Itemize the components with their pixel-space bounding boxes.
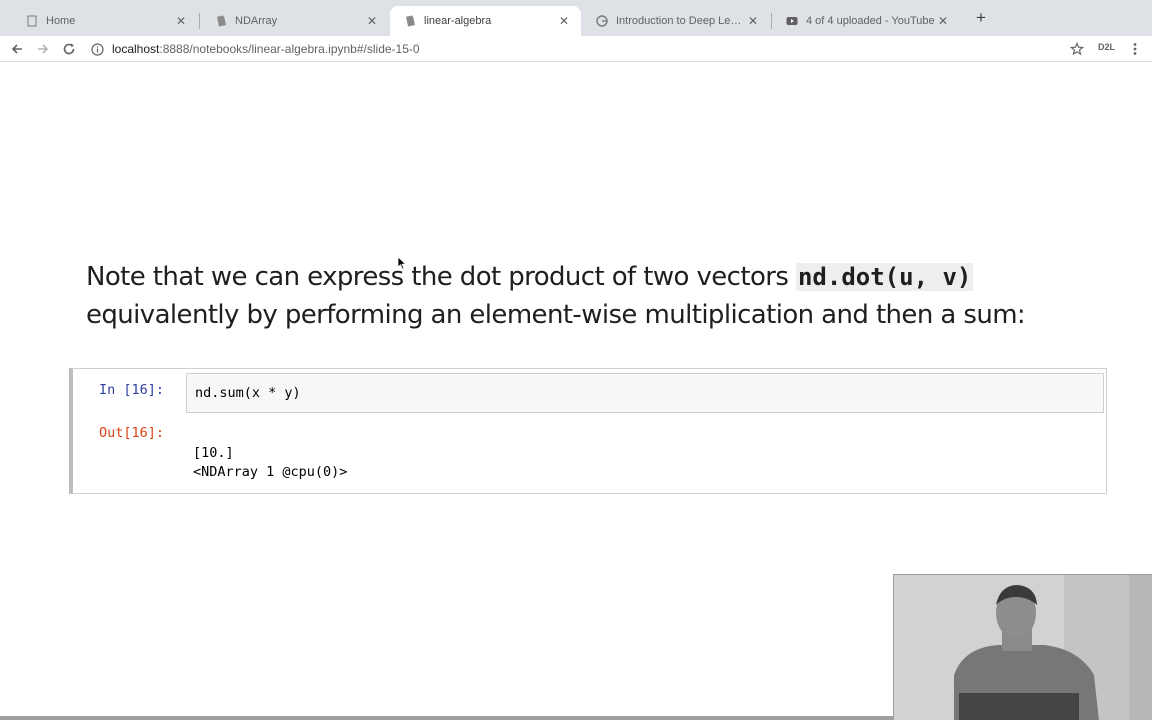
reload-button[interactable]	[59, 39, 79, 59]
slide-text-part1: Note that we can express the dot product…	[86, 262, 796, 292]
url-text: localhost:8888/notebooks/linear-algebra.…	[112, 42, 420, 56]
inline-code: nd.dot(u, v)	[795, 263, 974, 291]
browser-toolbar: localhost:8888/notebooks/linear-algebra.…	[0, 36, 1152, 62]
tab-intro-deep-learning[interactable]: Introduction to Deep Learning ✕	[582, 6, 770, 36]
forward-button[interactable]	[33, 39, 53, 59]
output-line-value: [10.]	[193, 445, 234, 461]
close-icon[interactable]: ✕	[746, 14, 760, 28]
back-arrow-icon	[11, 44, 22, 54]
forward-arrow-icon	[38, 44, 49, 54]
tab-youtube[interactable]: 4 of 4 uploaded - YouTube ✕	[772, 6, 960, 36]
tab-ndarray[interactable]: NDArray ✕	[201, 6, 389, 36]
tab-title: NDArray	[235, 15, 278, 27]
tab-home[interactable]: Home ✕	[12, 6, 198, 36]
url-host: localhost	[112, 42, 160, 56]
bottom-edge	[0, 716, 893, 720]
webcam-video-overlay	[893, 574, 1152, 720]
star-icon	[1070, 42, 1084, 56]
new-tab-button[interactable]: +	[972, 9, 990, 27]
browser-tab-strip: Home ✕ NDArray ✕ linear-algebra ✕ Introd…	[0, 0, 1152, 36]
tab-title: Home	[46, 15, 76, 27]
output-line-type: <NDArray 1 @cpu(0)>	[193, 464, 348, 480]
info-icon[interactable]	[90, 42, 104, 56]
mouse-cursor-icon	[397, 256, 407, 270]
reload-icon	[63, 43, 75, 55]
notebook-page-icon	[215, 15, 227, 27]
globe-icon	[596, 15, 608, 27]
browser-menu-button[interactable]	[1125, 39, 1145, 59]
tab-title: 4 of 4 uploaded - YouTube	[806, 15, 935, 27]
back-button[interactable]	[7, 39, 27, 59]
close-icon[interactable]: ✕	[936, 14, 950, 28]
jupyter-page-icon	[26, 15, 38, 27]
close-icon[interactable]: ✕	[174, 14, 188, 28]
youtube-icon	[786, 15, 798, 27]
code-cell[interactable]: In [16]: nd.sum(x * y) Out[16]: [10.] <N…	[69, 368, 1107, 494]
bookmark-star-button[interactable]	[1067, 39, 1087, 59]
notebook-page-icon	[404, 15, 416, 27]
url-path: :8888/notebooks/linear-algebra.ipynb#/sl…	[159, 42, 420, 56]
d2l-extension-icon[interactable]: D2L	[1098, 42, 1115, 52]
address-bar[interactable]: localhost:8888/notebooks/linear-algebra.…	[90, 38, 1070, 60]
code-input-area[interactable]: nd.sum(x * y)	[186, 373, 1104, 413]
output-prompt: Out[16]:	[99, 425, 165, 441]
close-icon[interactable]: ✕	[365, 14, 379, 28]
tab-title: Introduction to Deep Learning	[616, 15, 746, 27]
code-line: nd.sum(x * y)	[195, 385, 301, 401]
slide-text-part2: equivalently by performing an element-wi…	[86, 300, 1026, 330]
tab-title: linear-algebra	[424, 15, 492, 27]
slide-paragraph: Note that we can express the dot product…	[86, 258, 1066, 334]
tab-linear-algebra[interactable]: linear-algebra ✕	[390, 6, 581, 36]
presenter-video-frame	[894, 575, 1152, 720]
close-icon[interactable]: ✕	[557, 14, 571, 28]
input-prompt: In [16]:	[99, 382, 165, 398]
vertical-dots-icon	[1133, 43, 1137, 55]
